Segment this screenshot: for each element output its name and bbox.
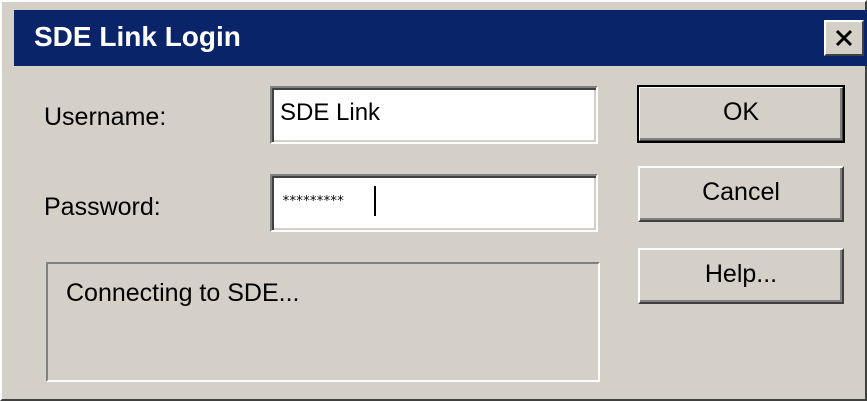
cancel-button[interactable]: Cancel: [638, 166, 844, 222]
username-label: Username:: [44, 103, 167, 131]
window-title: SDE Link Login: [34, 21, 241, 52]
close-button[interactable]: [824, 20, 864, 56]
password-input[interactable]: [276, 180, 588, 222]
help-button[interactable]: Help...: [638, 248, 844, 304]
login-dialog: SDE Link Login Username: Password: Conne…: [0, 0, 867, 401]
title-bar[interactable]: SDE Link Login: [14, 10, 867, 66]
text-caret: [374, 186, 376, 216]
password-field[interactable]: [270, 174, 598, 232]
status-text: Connecting to SDE...: [66, 279, 300, 307]
username-input[interactable]: [276, 92, 588, 134]
status-panel: Connecting to SDE...: [46, 262, 600, 382]
username-field[interactable]: [270, 86, 598, 144]
password-label: Password:: [44, 193, 161, 221]
ok-button[interactable]: OK: [637, 85, 845, 143]
